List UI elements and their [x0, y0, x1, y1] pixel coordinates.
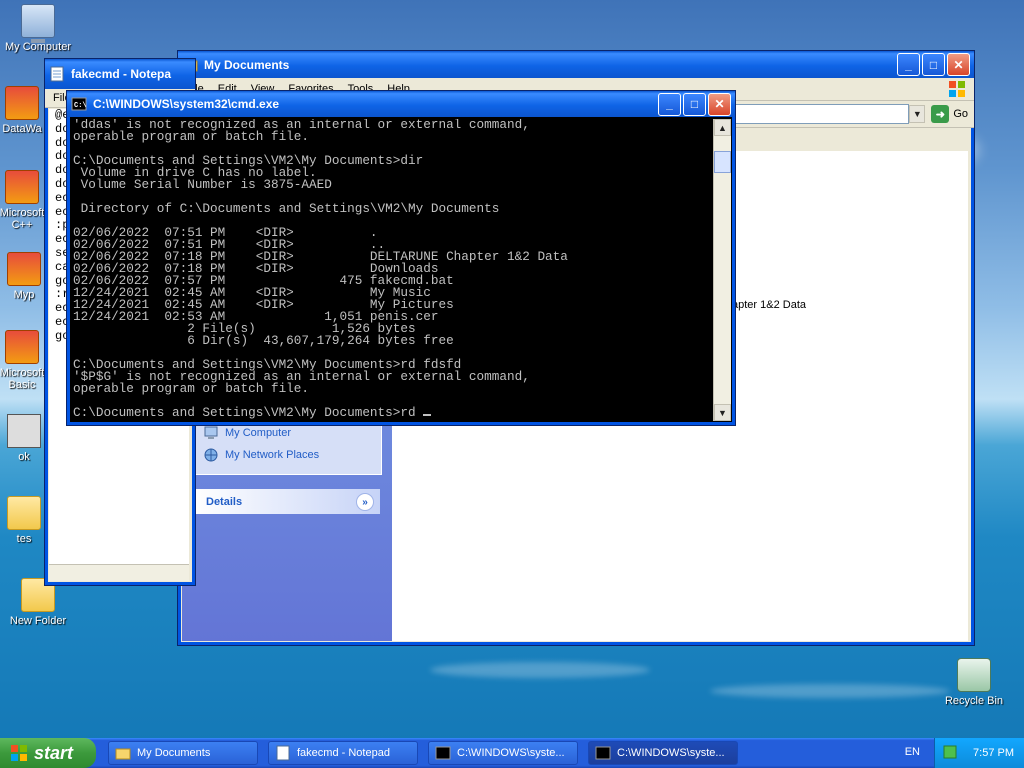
cmd-titlebar[interactable]: C:\ C:\WINDOWS\system32\cmd.exe _ □ ✕ [67, 91, 735, 117]
clock[interactable]: 7:57 PM [973, 747, 1014, 759]
app-icon [5, 330, 39, 364]
system-tray: 7:57 PM [934, 738, 1024, 768]
notepad-icon [50, 66, 64, 82]
window-title: fakecmd - Notepa [71, 67, 172, 81]
close-button[interactable]: ✕ [708, 92, 731, 116]
computer-icon [21, 4, 55, 43]
start-label: start [34, 742, 74, 763]
address-input[interactable] [727, 104, 910, 124]
language-indicator[interactable]: EN [905, 746, 920, 758]
go-button[interactable]: ➜ Go [931, 105, 968, 123]
desktop-icon-recycle-bin[interactable]: Recycle Bin [936, 658, 1012, 707]
text-cursor [423, 414, 432, 416]
other-places-panel: My Computer My Network Places [194, 421, 382, 475]
scroll-up-arrow[interactable]: ▲ [714, 119, 731, 136]
close-button[interactable]: ✕ [947, 53, 970, 76]
taskbar-button-label: C:\WINDOWS\syste... [617, 747, 725, 759]
windows-flag-icon [11, 745, 27, 761]
scroll-thumb[interactable] [714, 151, 731, 173]
console-line: Volume Serial Number is 3875-AAED [73, 177, 332, 192]
cmd-window[interactable]: C:\ C:\WINDOWS\system32\cmd.exe _ □ ✕ 'd… [66, 90, 736, 426]
desktop-icon-label: Recycle Bin [944, 695, 1004, 707]
taskbar-button-label: My Documents [137, 747, 211, 759]
network-icon [204, 448, 218, 462]
window-title: My Documents [204, 57, 290, 72]
chevron-down-icon[interactable]: » [356, 493, 374, 511]
details-label: Details [206, 495, 243, 508]
horizontal-scrollbar[interactable] [49, 564, 189, 581]
taskbar-button-label: fakecmd - Notepad [297, 747, 390, 759]
recycle-bin-icon [957, 658, 991, 692]
notepad-titlebar[interactable]: fakecmd - Notepa [45, 59, 195, 89]
folder-name-label[interactable]: apter 1&2 Data [732, 299, 806, 311]
taskbar-button-cmd-1[interactable]: C:\WINDOWS\syste... [428, 741, 578, 765]
scroll-down-arrow[interactable]: ▼ [714, 404, 731, 421]
my-documents-titlebar[interactable]: My Documents _ □ ✕ [178, 51, 974, 78]
taskbar: start My Documents fakecmd - Notepad C:\… [0, 738, 1024, 768]
sea-glint [710, 684, 950, 698]
app-icon [5, 86, 39, 120]
vertical-scrollbar[interactable]: ▲ ▼ [713, 119, 731, 421]
console-icon [595, 746, 611, 760]
maximize-button[interactable]: □ [683, 92, 706, 116]
maximize-button[interactable]: □ [922, 53, 945, 76]
details-panel-header[interactable]: Details » [194, 489, 380, 514]
computer-icon [204, 426, 218, 439]
console-line: Directory of C:\Documents and Settings\V… [73, 201, 500, 216]
window-title: C:\WINDOWS\system32\cmd.exe [93, 97, 280, 111]
app-icon [5, 170, 39, 204]
other-place-label: My Computer [225, 427, 292, 439]
program-icon [7, 414, 41, 448]
taskbar-button-notepad[interactable]: fakecmd - Notepad [268, 741, 418, 765]
minimize-button[interactable]: _ [658, 92, 681, 116]
sea-glint [430, 662, 650, 678]
windows-logo-icon [949, 81, 965, 97]
notepad-icon [276, 745, 290, 761]
taskbar-button-my-documents[interactable]: My Documents [108, 741, 258, 765]
other-place-my-network-places[interactable]: My Network Places [195, 444, 381, 466]
minimize-button[interactable]: _ [897, 53, 920, 76]
chevron-down-icon[interactable]: ▼ [909, 105, 926, 123]
folder-icon [7, 496, 41, 530]
go-label: Go [953, 108, 968, 120]
console-line: operable program or batch file. [73, 129, 310, 144]
tray-app-icon[interactable] [943, 745, 957, 759]
console-output[interactable]: 'ddas' is not recognized as an internal … [71, 119, 713, 419]
desktop-icon-label: New Folder [9, 615, 67, 627]
go-arrow-icon: ➜ [931, 105, 950, 123]
taskbar-button-label: C:\WINDOWS\syste... [457, 747, 565, 759]
taskbar-button-cmd-2[interactable]: C:\WINDOWS\syste... [588, 741, 738, 765]
console-prompt: C:\Documents and Settings\VM2\My Documen… [73, 405, 424, 419]
console-line: operable program or batch file. [73, 381, 310, 396]
desktop-icon-my-computer[interactable]: My Computer [0, 4, 76, 53]
console-line: 6 Dir(s) 43,607,179,264 bytes free [73, 333, 454, 348]
console-icon [435, 746, 451, 760]
console-icon: C:\ [71, 97, 87, 111]
console-prompt-line[interactable]: C:\Documents and Settings\VM2\My Documen… [73, 405, 713, 419]
app-icon [7, 252, 41, 286]
other-place-label: My Network Places [225, 449, 320, 461]
start-button[interactable]: start [0, 738, 96, 768]
svg-text:C:\: C:\ [74, 102, 87, 110]
folder-icon [115, 748, 131, 760]
